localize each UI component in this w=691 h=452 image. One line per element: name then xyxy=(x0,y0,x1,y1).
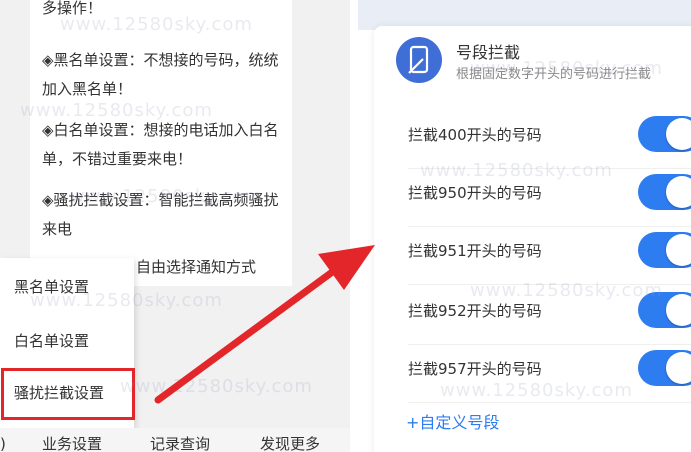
rule-label: 拦截952开头的号码 xyxy=(408,302,542,320)
row-divider xyxy=(408,344,691,345)
toggle-knob xyxy=(666,294,691,326)
rule-toggle[interactable] xyxy=(638,116,691,152)
left-screen: 多操作！ ◈黑名单设置：不想接的号码，统统加入黑名单！ ◈白名单设置：想接的电话… xyxy=(0,0,350,452)
toggle-knob xyxy=(666,118,691,150)
toggle-knob xyxy=(666,234,691,266)
help-text-line: 多操作！ xyxy=(42,0,103,17)
row-divider xyxy=(408,284,691,285)
nav-edge-glyph: ) xyxy=(0,435,6,452)
rule-toggle[interactable] xyxy=(638,292,691,328)
rule-toggle[interactable] xyxy=(638,232,691,268)
nav-discover-more[interactable]: 发现更多 xyxy=(260,434,320,452)
number-segment-card: 号段拦截 根据固定数字开头的号码进行拦截 拦截400开头的号码 拦截950开头的… xyxy=(374,26,691,452)
row-divider xyxy=(408,168,691,169)
nav-record-query[interactable]: 记录查询 xyxy=(150,434,210,452)
bottom-nav: ) 业务设置 记录查询 发现更多 xyxy=(0,428,350,452)
rule-row: 拦截951开头的号码 xyxy=(374,232,691,272)
help-text-harassment: ◈骚扰拦截设置：智能拦截高频骚扰来电 xyxy=(42,191,279,238)
help-text-blacklist: ◈黑名单设置：不想接的号码，统统加入黑名单！ xyxy=(42,51,279,98)
right-screen: 号段拦截 根据固定数字开头的号码进行拦截 拦截400开头的号码 拦截950开头的… xyxy=(358,0,691,452)
toggle-knob xyxy=(666,352,691,384)
add-custom-segment-link[interactable]: +自定义号段 xyxy=(406,412,499,434)
menu-item-blacklist[interactable]: 黑名单设置 xyxy=(14,276,89,298)
feature-title: 号段拦截 xyxy=(456,43,521,62)
rule-row: 拦截950开头的号码 xyxy=(374,174,691,214)
phone-icon xyxy=(396,37,442,83)
row-divider xyxy=(408,402,691,403)
rule-row: 拦截952开头的号码 xyxy=(374,292,691,332)
rule-label: 拦截957开头的号码 xyxy=(408,360,542,378)
help-text-notify: 自由选择通知方式 xyxy=(136,258,257,276)
nav-business-settings[interactable]: 业务设置 xyxy=(42,434,102,452)
rule-label: 拦截950开头的号码 xyxy=(408,184,542,202)
rule-row: 拦截400开头的号码 xyxy=(374,116,691,156)
rule-row: 拦截957开头的号码 xyxy=(374,350,691,390)
row-divider xyxy=(408,226,691,227)
rule-toggle[interactable] xyxy=(638,350,691,386)
help-card: 多操作！ ◈黑名单设置：不想接的号码，统统加入黑名单！ ◈白名单设置：想接的电话… xyxy=(30,0,292,286)
rule-label: 拦截951开头的号码 xyxy=(408,242,542,260)
rule-toggle[interactable] xyxy=(638,174,691,210)
menu-item-whitelist[interactable]: 白名单设置 xyxy=(14,330,89,352)
toggle-knob xyxy=(666,176,691,208)
help-text-whitelist: ◈白名单设置：想接的电话加入白名单，不错过重要来电！ xyxy=(42,121,279,168)
highlight-box xyxy=(1,368,135,420)
rule-label: 拦截400开头的号码 xyxy=(408,126,542,144)
feature-subtitle: 根据固定数字开头的号码进行拦截 xyxy=(456,67,652,82)
